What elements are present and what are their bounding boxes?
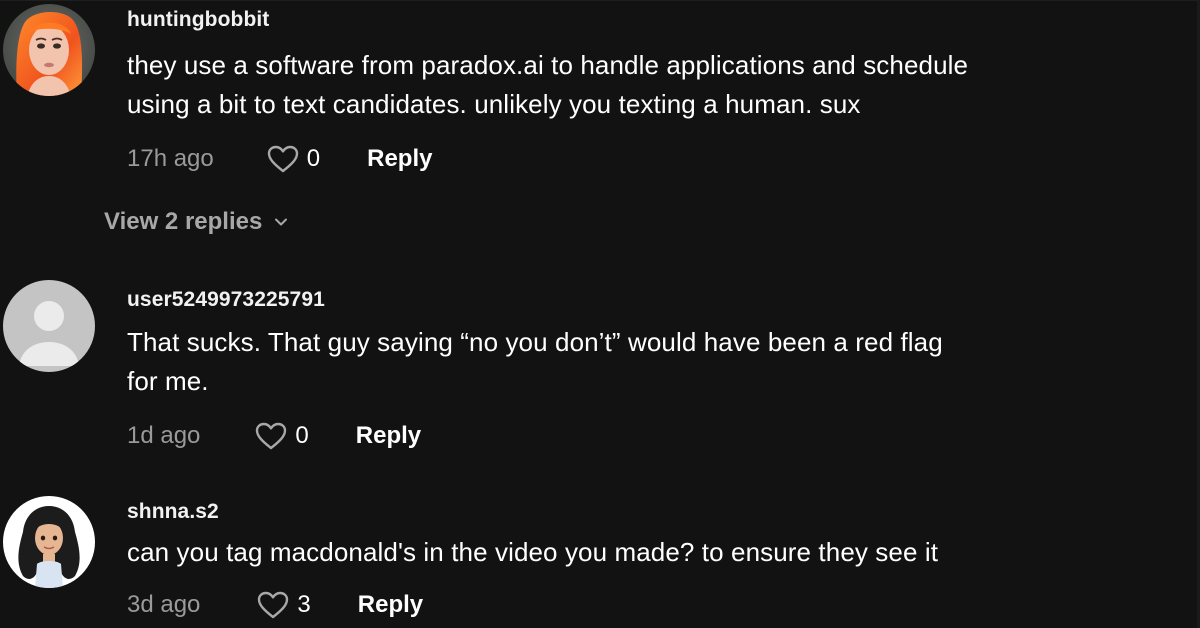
comment-text-line: That sucks. That guy saying “no you don’… xyxy=(127,327,943,357)
view-replies-button[interactable]: View 2 replies xyxy=(104,208,288,236)
comment-meta: 3d ago 3 Reply xyxy=(127,589,423,621)
cartoon-avatar xyxy=(3,496,95,588)
reply-button[interactable]: Reply xyxy=(367,145,432,173)
like-button[interactable]: 3 xyxy=(256,590,311,620)
like-button[interactable]: 0 xyxy=(266,144,320,174)
comment-text-line: they use a software from paradox.ai to h… xyxy=(127,50,969,80)
avatar[interactable] xyxy=(3,496,95,588)
reply-button[interactable]: Reply xyxy=(358,591,423,619)
heart-outline-icon xyxy=(266,144,300,174)
username[interactable]: user5249973225791 xyxy=(127,288,325,312)
timestamp: 1d ago xyxy=(127,422,201,449)
comment-meta: 17h ago 0 Reply xyxy=(127,143,432,175)
avatar[interactable] xyxy=(3,280,95,372)
timestamp: 17h ago xyxy=(127,145,214,172)
comments-panel: huntingbobbit they use a software from p… xyxy=(0,0,1200,628)
username[interactable]: huntingbobbit xyxy=(127,8,269,32)
like-count: 0 xyxy=(295,422,309,449)
heart-outline-icon xyxy=(256,590,290,620)
comment-text: they use a software from paradox.ai to h… xyxy=(127,46,1187,124)
comment-text: can you tag macdonald's in the video you… xyxy=(127,533,1187,572)
comment-text-line: can you tag macdonald's in the video you… xyxy=(127,537,939,567)
like-button[interactable]: 0 xyxy=(254,421,309,451)
timestamp: 3d ago xyxy=(127,591,201,618)
username[interactable]: shnna.s2 xyxy=(127,500,219,524)
like-count: 3 xyxy=(297,591,311,618)
view-replies-label: View 2 replies xyxy=(104,208,263,235)
comment-text-line: for me. xyxy=(127,366,209,396)
avatar[interactable] xyxy=(3,4,95,96)
reply-button[interactable]: Reply xyxy=(356,422,421,450)
chevron-down-icon xyxy=(274,217,288,227)
like-count: 0 xyxy=(306,145,321,172)
comment-text: That sucks. That guy saying “no you don’… xyxy=(127,323,1187,401)
default-avatar-icon xyxy=(3,280,95,372)
comment-meta: 1d ago 0 Reply xyxy=(127,420,421,452)
heart-outline-icon xyxy=(254,421,288,451)
profile-photo xyxy=(3,4,95,96)
comment-text-line: using a bit to text candidates. unlikely… xyxy=(127,89,861,119)
